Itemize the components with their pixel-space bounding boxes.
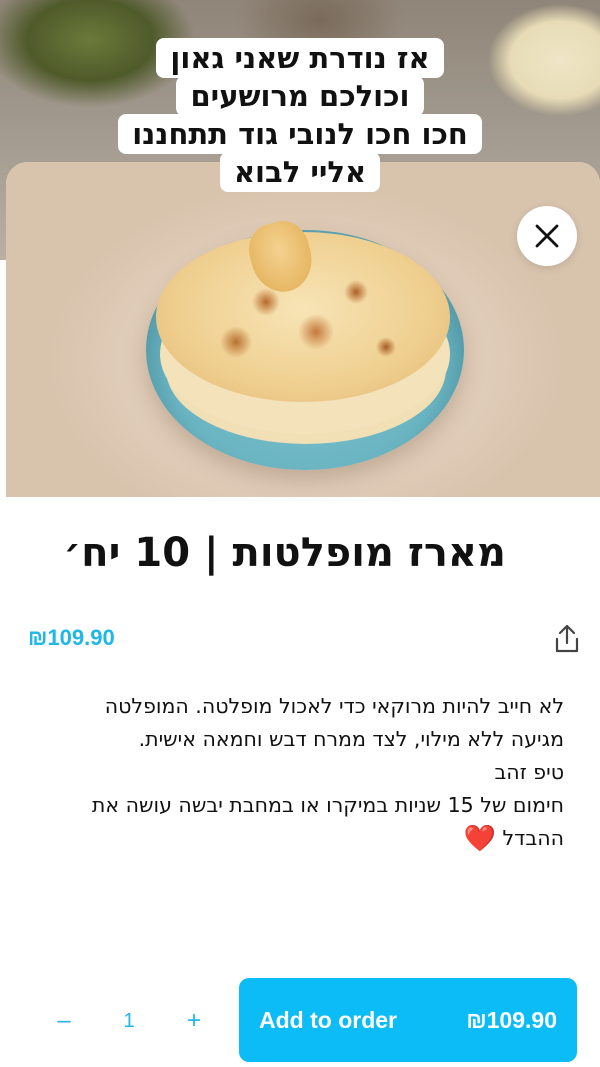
caption-line: אז נודרת שאני גאון <box>156 38 444 78</box>
product-title: מארז מופלטות | 10 יח׳ <box>63 530 506 576</box>
add-to-order-price: ₪109.90 <box>466 1006 557 1033</box>
close-button[interactable] <box>517 206 577 266</box>
decrement-button[interactable]: – <box>36 996 92 1046</box>
description-line: חימום של 15 שניות במיקרו או במחבת יבשה ע… <box>91 793 564 817</box>
share-button[interactable] <box>552 623 582 655</box>
increment-button[interactable]: + <box>166 996 222 1046</box>
add-to-order-button[interactable]: Add to order ₪109.90 <box>239 978 577 1062</box>
close-icon <box>535 224 559 248</box>
product-sheet <box>6 162 600 1067</box>
product-description: לא חייב להיות מרוקאי כדי לאכול מופלטה. ה… <box>24 690 564 856</box>
caption-line: אליי לבוא <box>219 152 381 192</box>
add-to-order-label: Add to order <box>259 1006 397 1033</box>
story-caption: אז נודרת שאני גאון וכולכם מרושעים חכו חכ… <box>0 38 600 192</box>
description-line: טיפ זהב <box>494 760 564 784</box>
share-icon <box>555 624 579 653</box>
product-image <box>6 162 600 497</box>
caption-line: חכו חכו לנובי גוד תתחננו <box>118 114 482 154</box>
description-line: ההבדל <box>502 826 564 850</box>
quantity-value: 1 <box>123 1009 135 1032</box>
quantity-stepper: – 1 + <box>36 996 222 1046</box>
caption-line: וכולכם מרושעים <box>176 76 424 116</box>
heart-icon: ❤️ <box>463 824 496 854</box>
product-price: ₪109.90 <box>28 625 115 650</box>
description-line-last: ההבדל ❤️ <box>24 822 564 856</box>
description-line: מגיעה ללא מילוי, לצד ממרח דבש וחמאה אישי… <box>138 727 564 751</box>
description-line: לא חייב להיות מרוקאי כדי לאכול מופלטה. ה… <box>104 694 564 718</box>
